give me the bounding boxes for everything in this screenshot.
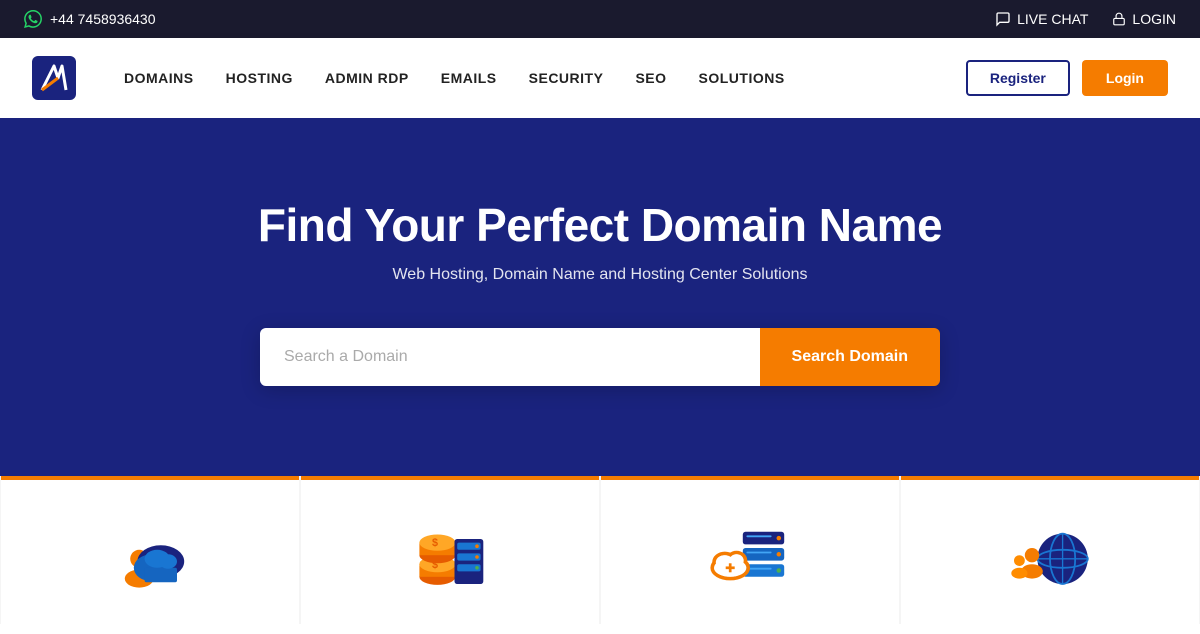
logo[interactable]: [32, 56, 76, 100]
live-chat-label: LIVE CHAT: [1017, 11, 1088, 27]
nav-hosting[interactable]: HOSTING: [226, 70, 293, 86]
live-chat-link[interactable]: LIVE CHAT: [995, 11, 1088, 27]
login-label: LOGIN: [1132, 11, 1176, 27]
nav-security[interactable]: SECURITY: [529, 70, 604, 86]
hero-subheading: Web Hosting, Domain Name and Hosting Cen…: [24, 266, 1176, 284]
nav-admin-rdp[interactable]: ADMIN RDP: [325, 70, 409, 86]
login-button[interactable]: Login: [1082, 60, 1168, 96]
cards-section: $ $: [0, 476, 1200, 624]
domain-search-input[interactable]: [260, 328, 760, 386]
domain-search-bar: Search Domain: [260, 328, 940, 386]
nav-solutions[interactable]: SOLUTIONS: [699, 70, 785, 86]
nav-seo[interactable]: SEO: [635, 70, 666, 86]
top-bar-left: +44 7458936430: [24, 10, 156, 28]
hero-heading: Find Your Perfect Domain Name: [24, 198, 1176, 252]
coin-server-icon: $ $: [405, 512, 495, 602]
nav-domains[interactable]: DOMAINS: [124, 70, 194, 86]
card-cloud: [601, 476, 899, 624]
register-button[interactable]: Register: [966, 60, 1070, 96]
card-global: [901, 476, 1199, 624]
top-bar-right: LIVE CHAT LOGIN: [995, 11, 1176, 27]
card-pricing: $ $: [301, 476, 599, 624]
hero-section: Find Your Perfect Domain Name Web Hostin…: [0, 118, 1200, 476]
phone-number: +44 7458936430: [50, 11, 156, 27]
nav-links: DOMAINS HOSTING ADMIN RDP EMAILS SECURIT…: [124, 70, 966, 86]
card-hosting: [1, 476, 299, 624]
chat-icon: [995, 11, 1011, 27]
cloud-person-icon: [105, 512, 195, 602]
nav-actions: Register Login: [966, 60, 1168, 96]
navbar: DOMAINS HOSTING ADMIN RDP EMAILS SECURIT…: [0, 38, 1200, 118]
nav-emails[interactable]: EMAILS: [441, 70, 497, 86]
svg-text:$: $: [432, 537, 438, 549]
lock-icon: [1112, 12, 1126, 26]
whatsapp-icon: [24, 10, 42, 28]
search-domain-button[interactable]: Search Domain: [760, 328, 940, 386]
globe-people-icon: [1005, 512, 1095, 602]
login-link[interactable]: LOGIN: [1112, 11, 1176, 27]
cloud-server-icon: [705, 512, 795, 602]
top-bar: +44 7458936430 LIVE CHAT LOGIN: [0, 0, 1200, 38]
